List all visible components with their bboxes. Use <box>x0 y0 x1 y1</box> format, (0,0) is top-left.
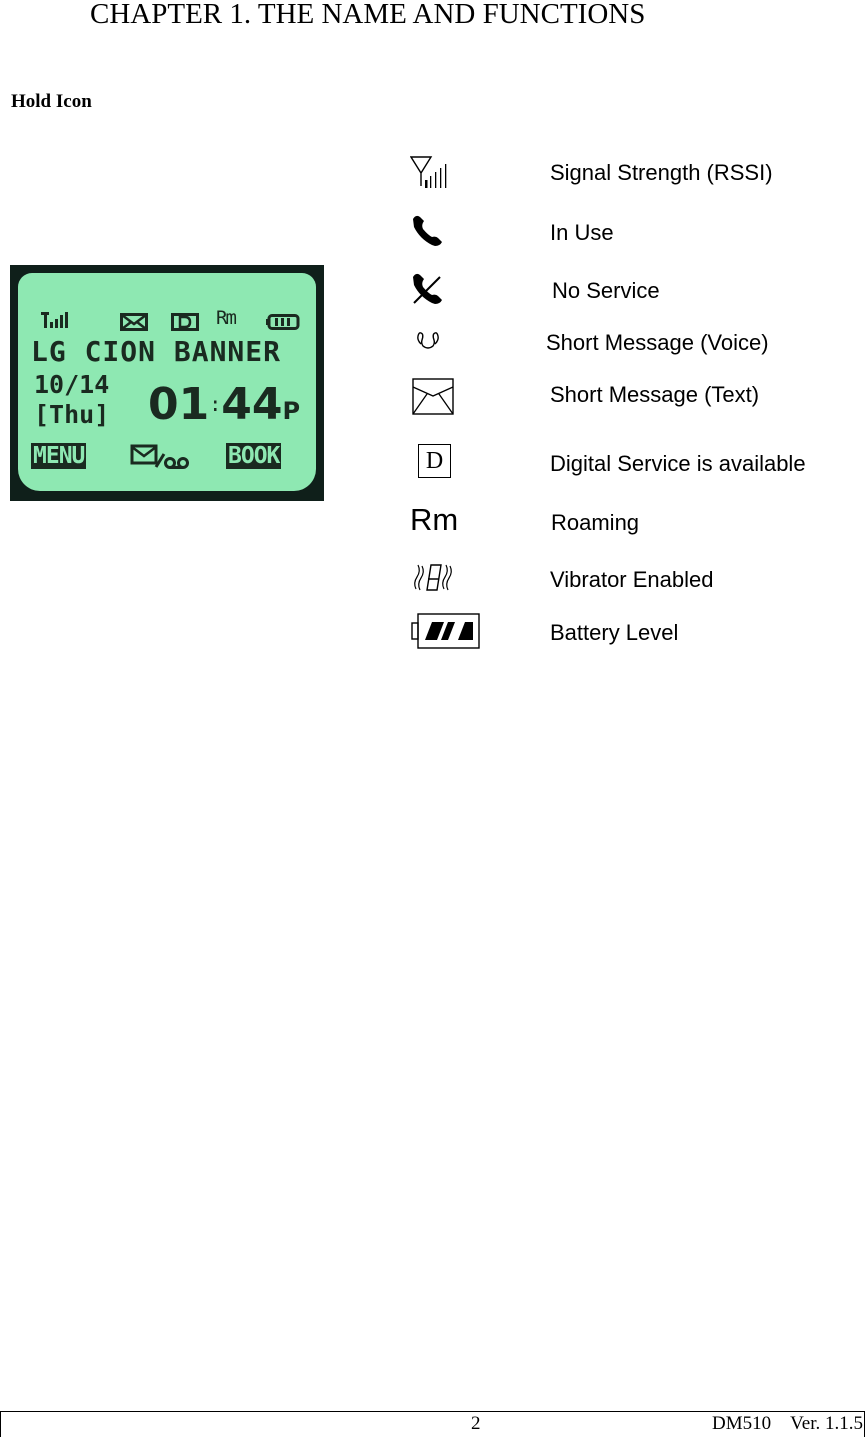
roaming-icon: Rm <box>410 502 459 537</box>
section-heading: Hold Icon <box>11 91 92 112</box>
lcd-signal-icon <box>41 312 68 328</box>
legend-label: In Use <box>550 220 614 245</box>
model-name: DM510 <box>712 1413 772 1434</box>
legend-row-signal: Signal Strength (RSSI) <box>0 155 868 195</box>
battery-level-icon <box>411 613 480 649</box>
legend-label: Vibrator Enabled <box>550 567 714 592</box>
lcd-battery-icon <box>266 314 300 330</box>
legend-row-in-use: In Use <box>0 213 868 253</box>
lcd-envelope-icon <box>120 313 148 331</box>
chapter-title: CHAPTER 1. THE NAME AND FUNCTIONS <box>90 0 646 30</box>
legend-row-digital: D Digital Service is available <box>0 444 868 484</box>
legend-row-vibrator: Vibrator Enabled <box>0 563 868 603</box>
legend-row-battery: Battery Level <box>0 613 868 653</box>
legend-label: Signal Strength (RSSI) <box>550 160 773 185</box>
legend-label: Battery Level <box>550 620 679 645</box>
legend-label: No Service <box>552 278 660 303</box>
no-service-phone-icon <box>413 273 442 304</box>
version-label: Ver. 1.1.5 <box>790 1413 863 1434</box>
legend-row-roaming: Rm Roaming <box>0 502 868 545</box>
legend-row-voice-message: Short Message (Voice) <box>0 330 868 370</box>
legend-row-text-message: Short Message (Text) <box>0 378 868 418</box>
in-use-phone-icon <box>413 215 442 246</box>
legend-label: Roaming <box>551 510 640 535</box>
digital-service-icon: D <box>418 444 451 478</box>
page-number: 2 <box>471 1413 481 1434</box>
lcd-digital-icon <box>171 313 199 331</box>
page-footer: 2 DM510 Ver. 1.1.5 <box>0 1411 865 1437</box>
voice-message-icon <box>417 332 439 349</box>
legend-label: Short Message (Voice) <box>546 330 769 355</box>
vibrator-icon <box>414 564 452 591</box>
signal-strength-icon <box>410 156 447 188</box>
model-version: DM510 Ver. 1.1.5 <box>712 1413 863 1435</box>
legend-label: Digital Service is available <box>550 451 806 476</box>
legend-row-no-service: No Service <box>0 271 868 311</box>
text-message-envelope-icon <box>412 378 454 415</box>
legend-label: Short Message (Text) <box>550 382 760 407</box>
